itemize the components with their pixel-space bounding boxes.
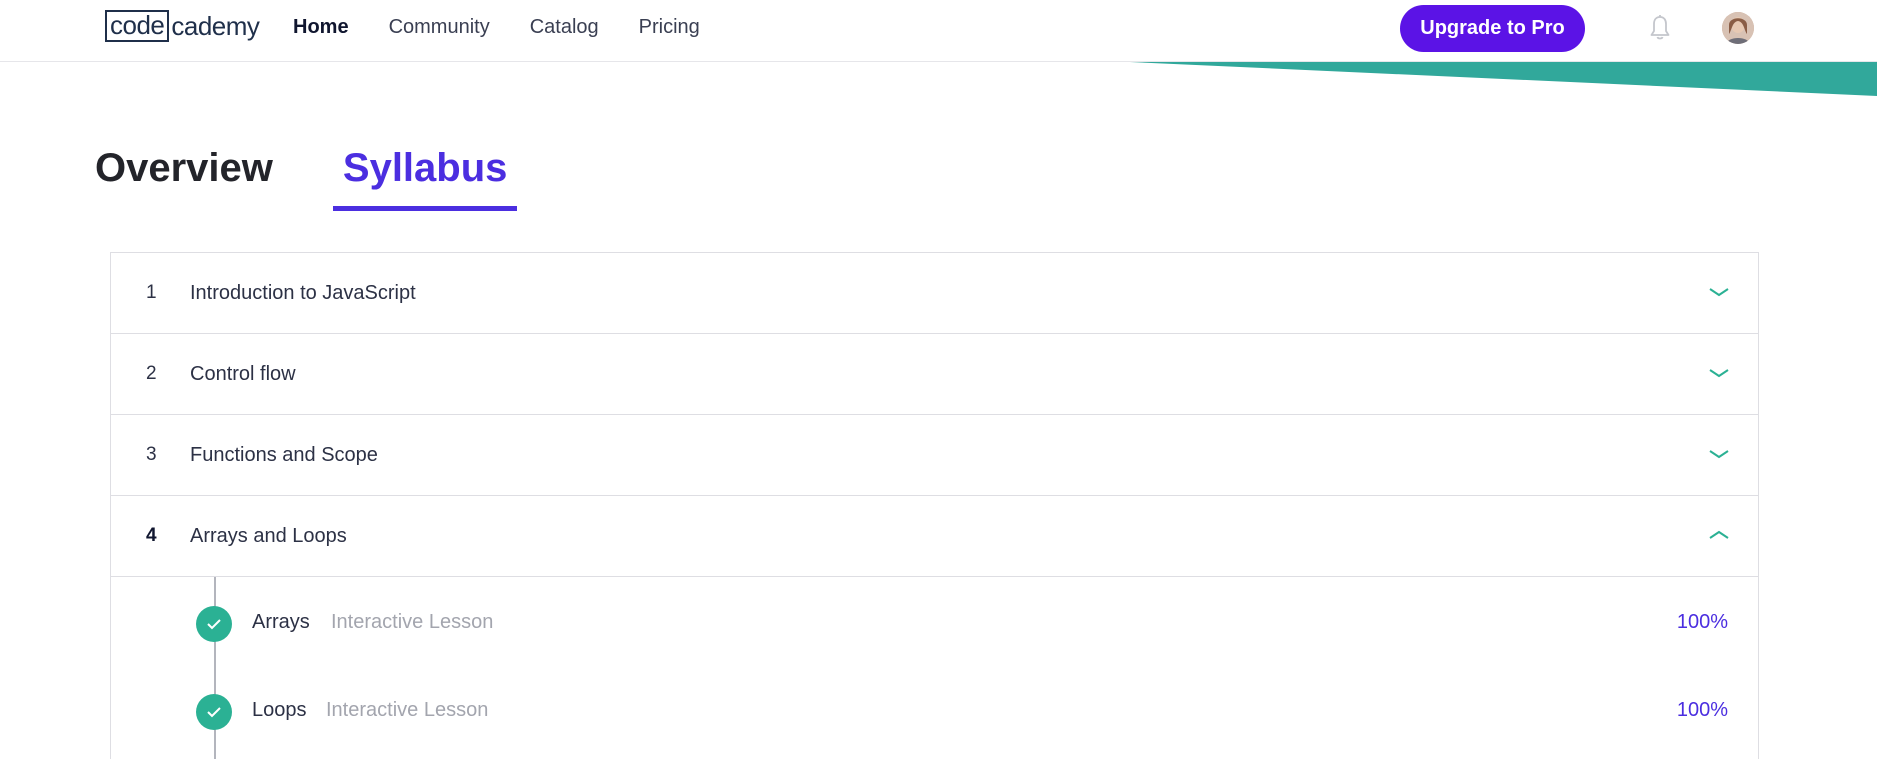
lesson-progress: 100% [1676,699,1728,721]
module-row-expanded[interactable]: 4 Arrays and Loops [111,496,1758,577]
module-title: Arrays and Loops [190,524,347,547]
module-number: 2 [146,363,157,384]
tab-overview[interactable]: Overview [95,142,283,194]
module-row[interactable]: 3 Functions and Scope [111,415,1758,496]
tab-syllabus[interactable]: Syllabus [332,142,518,211]
logo-cademy-text: cademy [171,10,260,41]
lesson-item[interactable]: Arrays Interactive Lesson 100% [111,603,1758,643]
nav-pricing-link[interactable]: Pricing [639,14,700,40]
module-row[interactable]: 2 Control flow [111,334,1758,415]
module-title: Introduction to JavaScript [190,281,416,304]
main-nav: Home Community Catalog Pricing [293,14,700,40]
chevron-up-icon[interactable] [1708,528,1730,542]
chevron-down-icon[interactable] [1708,285,1730,299]
chevron-down-icon[interactable] [1708,447,1730,461]
module-number: 3 [146,444,157,465]
nav-catalog-link[interactable]: Catalog [530,14,599,40]
nav-community-link[interactable]: Community [389,14,490,40]
lesson-type: Interactive Lesson [326,699,489,721]
module-title: Control flow [190,362,296,385]
lesson-name[interactable]: Arrays [252,611,310,634]
chevron-down-icon[interactable] [1708,366,1730,380]
user-avatar[interactable] [1722,12,1754,44]
bell-icon[interactable] [1648,14,1672,42]
decorative-teal-wedge [1130,62,1877,96]
module-row[interactable]: 1 Introduction to JavaScript [111,253,1758,334]
module-number: 1 [146,282,157,303]
check-icon [196,606,232,642]
module-title: Functions and Scope [190,443,378,466]
lesson-progress: 100% [1676,611,1728,633]
lesson-type: Interactive Lesson [331,611,494,633]
top-navigation-bar: code cademy Home Community Catalog Pricin… [0,0,1877,62]
lesson-list: Arrays Interactive Lesson 100% Loops Int… [111,577,1758,759]
syllabus-panel: 1 Introduction to JavaScript 2 Control f… [110,252,1759,759]
upgrade-to-pro-button[interactable]: Upgrade to Pro [1400,5,1585,52]
module-number: 4 [146,525,157,546]
page-tabs: Overview Syllabus [95,142,518,211]
nav-home-link[interactable]: Home [293,14,349,40]
lesson-item[interactable]: Loops Interactive Lesson 100% [111,691,1758,731]
codecademy-logo[interactable]: code cademy [105,9,260,42]
check-icon [196,694,232,730]
lesson-name[interactable]: Loops [252,699,307,722]
logo-code-box: code [105,9,170,42]
